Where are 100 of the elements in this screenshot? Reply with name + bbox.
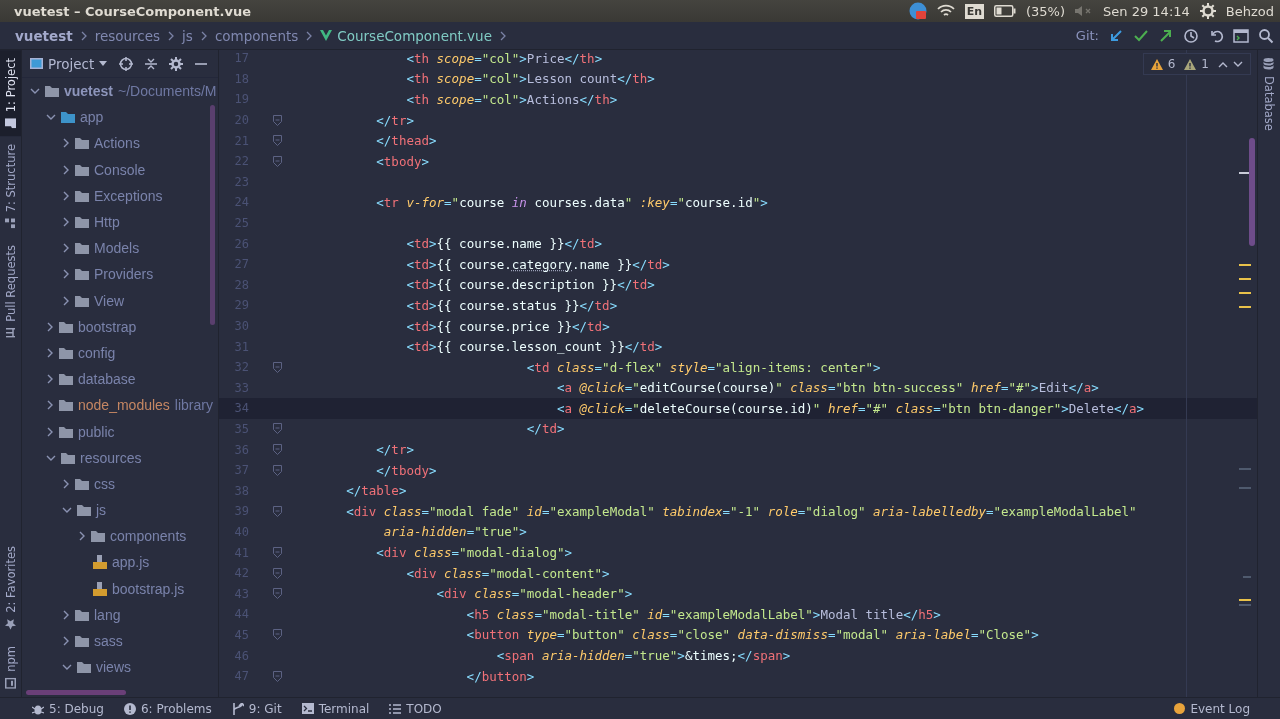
- chevron-down-icon[interactable]: [1233, 60, 1243, 68]
- breadcrumb[interactable]: vuetest: [15, 27, 73, 44]
- chevron-right-icon: [305, 29, 314, 42]
- breadcrumb[interactable]: js: [182, 27, 193, 44]
- code-line: <div class="modal-content">: [405, 565, 610, 581]
- collapse-all-icon[interactable]: [145, 56, 158, 71]
- folder-icon: [59, 373, 73, 386]
- update-project-icon[interactable]: [1108, 27, 1124, 44]
- tree-item[interactable]: Providers: [22, 261, 218, 288]
- database-icon: [1263, 58, 1274, 70]
- tree-item[interactable]: css: [22, 470, 218, 497]
- tool-window-button[interactable]: Terminal: [301, 701, 370, 716]
- folder-icon: [59, 399, 73, 412]
- folder-icon: [75, 242, 89, 255]
- tree-item[interactable]: bootstrap: [22, 313, 218, 340]
- app-indicator-icon[interactable]: [908, 2, 927, 20]
- chevron-right-icon: [167, 29, 176, 42]
- project-view-dropdown[interactable]: Project: [30, 55, 108, 72]
- folder-icon: [75, 163, 89, 176]
- clock[interactable]: Sen 29 14:14: [1103, 3, 1190, 19]
- npm-icon: [5, 678, 16, 689]
- push-icon[interactable]: [1158, 27, 1174, 44]
- breadcrumb[interactable]: resources: [94, 27, 161, 44]
- tree-item[interactable]: Models: [22, 235, 218, 262]
- scrollbar-thumb[interactable]: [210, 105, 215, 325]
- power-gear-icon[interactable]: [1199, 3, 1216, 19]
- folder-icon: [77, 661, 91, 674]
- keyboard-layout-indicator[interactable]: En: [964, 3, 984, 19]
- tree-item[interactable]: node_modules library: [22, 392, 218, 419]
- tree-item[interactable]: config: [22, 339, 218, 367]
- search-icon[interactable]: [1258, 27, 1274, 44]
- chevron-up-icon[interactable]: [1218, 60, 1228, 68]
- scrollbar-thumb[interactable]: [1249, 138, 1255, 246]
- folder-icon: [75, 635, 89, 648]
- chevron-right-icon: [199, 29, 208, 42]
- tree-item[interactable]: vuetest ~/Documents/M: [22, 78, 218, 105]
- code-line: </table>: [345, 483, 407, 499]
- folder-icon: [5, 118, 16, 129]
- code-line: </button>: [465, 668, 535, 684]
- tool-window-tab[interactable]: 1: Project: [0, 50, 21, 137]
- code-line: <th scope="col">Actions</th>: [405, 92, 618, 107]
- tree-item[interactable]: Exceptions: [22, 182, 218, 209]
- inspection-widget[interactable]: 6 1: [1142, 53, 1251, 75]
- event-log-button[interactable]: Event Log: [1174, 701, 1250, 716]
- folder-icon: [75, 294, 89, 307]
- history-icon[interactable]: [1183, 27, 1199, 44]
- tree-item[interactable]: views: [22, 654, 218, 681]
- tree-item[interactable]: database: [22, 366, 218, 393]
- terminal-window-icon[interactable]: [1233, 27, 1249, 44]
- folder-icon: [75, 189, 89, 202]
- tool-window-tab[interactable]: 2: Favorites: [0, 538, 21, 639]
- tool-window-tab[interactable]: Pull Requests: [0, 236, 21, 346]
- tool-window-tab[interactable]: Database: [1258, 50, 1279, 139]
- breadcrumb[interactable]: CourseComponent.vue: [320, 27, 492, 44]
- folder-icon: [59, 425, 73, 438]
- folder-icon: [59, 320, 73, 333]
- notification-badge-icon: [1174, 703, 1186, 714]
- tool-window-button[interactable]: 5: Debug: [32, 701, 104, 716]
- tool-window-button[interactable]: 9: Git: [231, 701, 282, 716]
- tree-item[interactable]: lang: [22, 601, 218, 628]
- settings-icon[interactable]: [169, 56, 184, 71]
- tree-item[interactable]: resources: [22, 444, 218, 471]
- folder-icon: [75, 268, 89, 281]
- folder-icon: [75, 608, 89, 621]
- wifi-icon[interactable]: [936, 4, 955, 18]
- code-line: <th scope="col">Price</th>: [405, 50, 603, 66]
- tree-item[interactable]: app.js: [22, 549, 218, 576]
- tree-item[interactable]: Actions: [22, 130, 218, 157]
- code-line: </thead>: [375, 133, 437, 149]
- battery-icon[interactable]: [994, 5, 1016, 17]
- tool-window-tab[interactable]: 7: Structure: [0, 136, 21, 237]
- code-line: <td>{{ course.lesson_count }}</td>: [405, 339, 663, 355]
- code-line: <a @click="editCourse(course)" class="btn btn-success" href="#">Edit</a>: [555, 380, 1099, 396]
- code-line: <td>{{ course.status }}</td>: [405, 297, 618, 313]
- battery-percentage: (35%): [1026, 3, 1066, 19]
- code-line: <td>{{ course.category.name }}</td>: [405, 256, 670, 272]
- folder-icon: [91, 530, 105, 543]
- user-name[interactable]: Behzod: [1225, 3, 1274, 19]
- tree-item[interactable]: components: [22, 523, 218, 550]
- tree-item[interactable]: View: [22, 287, 218, 314]
- tool-window-tab[interactable]: npm: [0, 638, 21, 697]
- tree-item[interactable]: sass: [22, 627, 218, 655]
- folder-icon: [75, 137, 89, 150]
- tool-window-button[interactable]: TODO: [389, 701, 442, 716]
- tree-item[interactable]: public: [22, 418, 218, 445]
- tool-window-button[interactable]: 6: Problems: [123, 701, 212, 716]
- scrollbar-thumb[interactable]: [26, 690, 126, 695]
- code-line: </tr>: [375, 112, 414, 128]
- structure-icon: [5, 218, 16, 229]
- code-line: aria-hidden="true">: [382, 524, 527, 540]
- tree-item[interactable]: js: [22, 497, 218, 524]
- tree-item[interactable]: Http: [22, 208, 218, 236]
- locate-icon[interactable]: [119, 56, 134, 71]
- tree-item[interactable]: app: [22, 104, 218, 131]
- tree-item[interactable]: Console: [22, 156, 218, 183]
- code-line: <span aria-hidden="true">&times;</span>: [495, 648, 791, 663]
- exclamation-icon: [123, 702, 136, 715]
- folder-icon: [75, 216, 89, 229]
- tree-item[interactable]: bootstrap.js: [22, 575, 218, 602]
- breadcrumb[interactable]: components: [214, 27, 299, 44]
